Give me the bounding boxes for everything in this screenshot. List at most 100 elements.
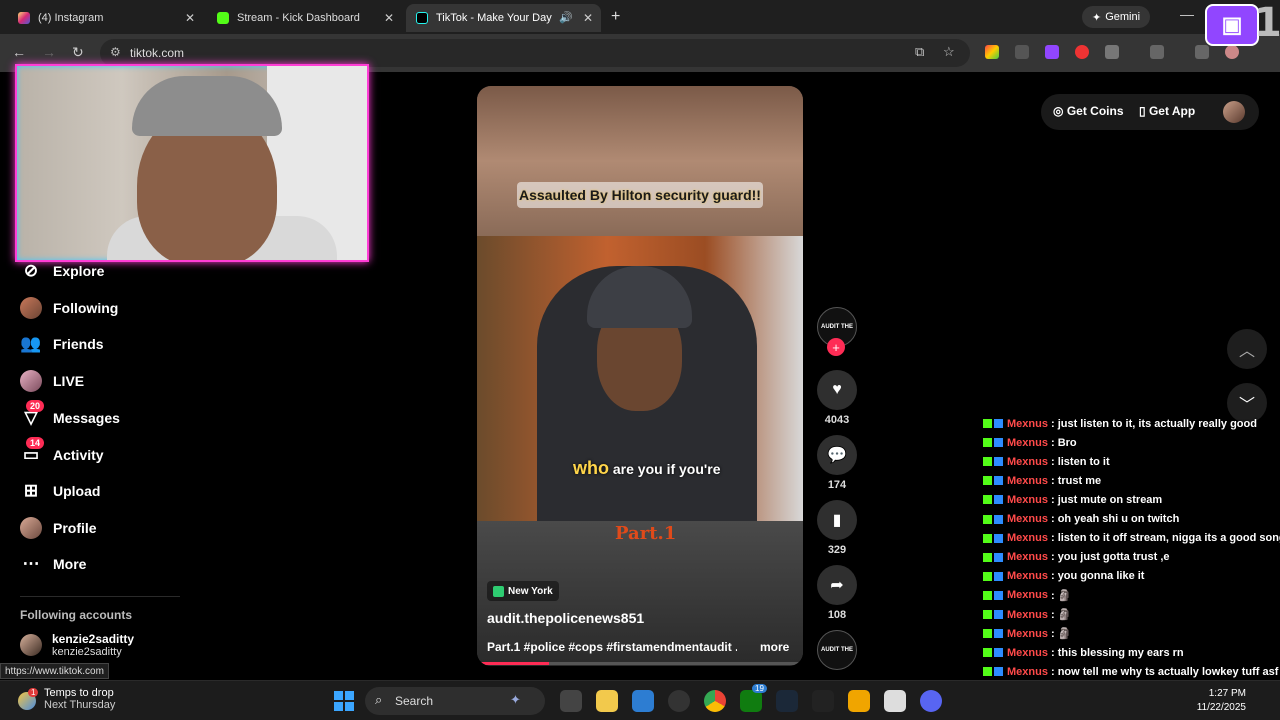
kick-badge-icon (983, 438, 992, 448)
tab-instagram[interactable]: (4) Instagram ✕ (8, 4, 203, 32)
reload-icon[interactable]: ↻ (72, 44, 84, 61)
kick-icon (217, 12, 229, 24)
sidebar-item-profile[interactable]: Profile (20, 513, 97, 543)
new-tab-icon[interactable]: + (611, 8, 620, 26)
minimize-icon[interactable]: — (1180, 6, 1194, 22)
obs-icon[interactable] (668, 690, 690, 712)
following-account-item[interactable]: kenzie2saditty kenzie2saditty (20, 632, 134, 658)
forward-icon[interactable]: → (42, 44, 56, 60)
heart-icon[interactable]: ♥ (817, 370, 857, 410)
taskbar-search[interactable]: ⌕ Search ✦ (365, 687, 545, 715)
bookmark-icon[interactable]: ▮ (817, 500, 857, 540)
sidebar-item-following[interactable]: Following (20, 293, 118, 323)
back-icon[interactable]: ← (12, 44, 26, 60)
speaker-icon[interactable]: 🔊 (559, 11, 573, 24)
subtitle-text: are you if you're (612, 461, 721, 477)
save-action[interactable]: ▮ 329 (817, 500, 857, 556)
compass-icon: ⊘ (23, 261, 39, 280)
site-info-icon[interactable]: ⚙ (110, 45, 121, 59)
chat-username: Mexnus (1007, 493, 1048, 506)
tab-label: TikTok - Make Your Day (436, 12, 552, 24)
kick-badge-icon (983, 590, 992, 600)
location-tag[interactable]: New York (487, 581, 559, 601)
windows-start-icon[interactable] (334, 691, 354, 711)
location-label: New York (508, 585, 553, 597)
close-tab-icon[interactable]: ✕ (185, 11, 195, 25)
extensions-puzzle-icon[interactable] (1105, 45, 1119, 59)
sidebar-item-activity[interactable]: ▭ 14 Activity (20, 437, 104, 470)
location-pin-icon (493, 585, 504, 597)
close-tab-icon[interactable]: ✕ (384, 11, 394, 25)
weather-badge: 1 (28, 688, 39, 697)
close-tab-icon[interactable]: ✕ (583, 11, 593, 25)
browser-tab-strip: (4) Instagram ✕ Stream - Kick Dashboard … (0, 0, 1280, 34)
winrar-icon[interactable] (884, 690, 906, 712)
messages-badge: 20 (26, 400, 45, 412)
share-action[interactable]: ➦ 108 (817, 565, 857, 621)
media-control-icon[interactable] (1195, 45, 1209, 59)
bookmark-star-icon[interactable]: ☆ (943, 44, 955, 60)
music-disc-avatar[interactable]: AUDIT THE (817, 630, 857, 670)
steam-icon[interactable] (776, 690, 798, 712)
video-title-caption: Assaulted By Hilton security guard!! (517, 182, 763, 208)
avatar[interactable] (1223, 101, 1245, 123)
sidebar-item-upload[interactable]: ⊞ Upload (20, 476, 101, 506)
chat-username: Mexnus (1007, 646, 1048, 659)
video-progress-bar[interactable] (477, 662, 803, 665)
platform-badge-icon (994, 571, 1003, 581)
share-icon[interactable]: ➦ (817, 565, 857, 605)
sidebar-item-live[interactable]: LIVE (20, 366, 84, 396)
platform-badge-icon (994, 495, 1003, 505)
kick-badge-icon (983, 610, 992, 619)
video-author[interactable]: audit.thepolicenews851 (487, 610, 644, 626)
tab-tiktok[interactable]: TikTok - Make Your Day 🔊 ✕ (406, 4, 601, 32)
cast-icon[interactable]: ⧉ (915, 44, 924, 60)
comment-icon[interactable]: 💬 (817, 435, 857, 475)
kick-badge-icon (983, 495, 992, 505)
profile-icon[interactable] (1225, 45, 1239, 59)
sidebar-item-more[interactable]: ⋯ More (20, 549, 87, 579)
follow-plus-icon[interactable]: + (827, 338, 845, 356)
taskbar-clock[interactable]: 1:27 PM 11/22/2025 (1190, 687, 1246, 715)
instagram-icon (18, 12, 30, 24)
video-top-blur (477, 86, 803, 236)
like-action[interactable]: ♥ 4043 (817, 370, 857, 426)
file-explorer-icon[interactable] (596, 690, 618, 712)
gemini-button[interactable]: ✦ Gemini (1082, 6, 1150, 28)
get-app-button[interactable]: ▯ Get App (1139, 104, 1195, 118)
sidebar-item-friends[interactable]: 👥 Friends (20, 329, 103, 359)
weather-widget[interactable]: 1 Temps to drop Next Thursday (18, 687, 115, 711)
weather-subtitle: Next Thursday (44, 699, 116, 711)
extension-record-icon[interactable] (1075, 45, 1089, 59)
discord-icon[interactable] (920, 690, 942, 712)
video-progress-fill (477, 662, 549, 665)
xbox-icon[interactable]: 19 (740, 684, 767, 712)
copilot-sparkle-icon: ✦ (510, 692, 521, 707)
chrome-icon[interactable] (704, 690, 726, 712)
clock-time: 1:27 PM (1208, 688, 1246, 699)
url-bar[interactable]: ⚙ tiktok.com ⧉ ☆ (100, 39, 970, 67)
sidebar-item-explore[interactable]: ⊘ Explore (20, 256, 104, 286)
more-link[interactable]: more (760, 640, 789, 654)
kick-badge-icon (983, 476, 992, 486)
chat-message: Mexnus: listen to it off stream, nigga i… (983, 529, 1280, 548)
store-icon[interactable] (632, 690, 654, 712)
sidebar-item-messages[interactable]: ▽ 20 Messages (20, 400, 120, 433)
video-player[interactable]: Assaulted By Hilton security guard!! who… (477, 86, 803, 666)
platform-badge-icon (994, 476, 1003, 486)
epic-games-icon[interactable] (812, 690, 834, 712)
search-icon: ⌕ (375, 692, 383, 707)
get-coins-button[interactable]: ◎ Get Coins (1053, 104, 1124, 118)
extension-twitch-icon[interactable] (1045, 45, 1059, 59)
tab-kick-dashboard[interactable]: Stream - Kick Dashboard ✕ (207, 4, 402, 32)
split-view-icon[interactable] (1150, 45, 1164, 59)
extension-color-icon[interactable] (985, 45, 999, 59)
gemini-icon: ✦ (1091, 11, 1102, 24)
windows-taskbar: 1 Temps to drop Next Thursday ⌕ Search ✦… (0, 680, 1280, 720)
comment-action[interactable]: 💬 174 (817, 435, 857, 491)
sidebar-item-label: Upload (53, 483, 101, 499)
rockstar-icon[interactable] (848, 690, 870, 712)
extension-diamond-icon[interactable] (1015, 45, 1029, 59)
scroll-up-button[interactable]: ︿ (1227, 329, 1267, 369)
task-view-icon[interactable] (560, 690, 582, 712)
